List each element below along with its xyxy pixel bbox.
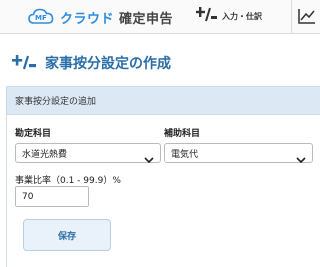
chart-icon[interactable] (298, 8, 316, 28)
chevron-down-icon (144, 149, 154, 168)
chevron-down-icon (296, 149, 306, 168)
business-rate-input[interactable]: 70 (15, 186, 89, 207)
nav-divider (291, 0, 292, 34)
page-title: 家事按分設定の作成 (45, 56, 171, 72)
plus-slash-icon (12, 54, 38, 74)
business-rate-value: 70 (22, 191, 34, 202)
save-button-label: 保存 (57, 231, 76, 242)
panel-heading: 家事按分設定の追加 (15, 97, 97, 107)
business-rate-label: 事業比率（0.1 - 99.9）% (15, 176, 121, 186)
account-select[interactable]: 水道光熱費 (15, 143, 161, 164)
logo-text: クラウド 確定申告 (60, 8, 173, 27)
sub-account-select-value: 電気代 (171, 149, 199, 160)
sub-account-label: 補助科目 (164, 129, 201, 139)
form-panel: 家事按分設定の追加 勘定科目 水道光熱費 補助科目 電気代 事業比率（0.1 -… (6, 86, 320, 267)
nav-entry-label: 入力・仕訳 (222, 11, 262, 21)
cloud-logo-icon: MF (28, 8, 58, 26)
logo-cloud-text: クラウド (60, 11, 115, 27)
logo-mf-text: MF (35, 14, 47, 22)
account-select-value: 水道光熱費 (22, 149, 68, 160)
top-header: MF クラウド 確定申告 入力・仕訳 (0, 0, 320, 34)
account-label: 勘定科目 (15, 129, 52, 139)
save-button[interactable]: 保存 (23, 219, 111, 251)
panel-header: 家事按分設定の追加 (7, 87, 320, 115)
logo-product-text: 確定申告 (119, 11, 174, 27)
plus-slash-icon (195, 6, 218, 26)
nav-entry-journal[interactable]: 入力・仕訳 (195, 6, 262, 26)
sub-account-select[interactable]: 電気代 (164, 143, 313, 164)
app-logo[interactable]: MF クラウド 確定申告 (28, 7, 173, 27)
